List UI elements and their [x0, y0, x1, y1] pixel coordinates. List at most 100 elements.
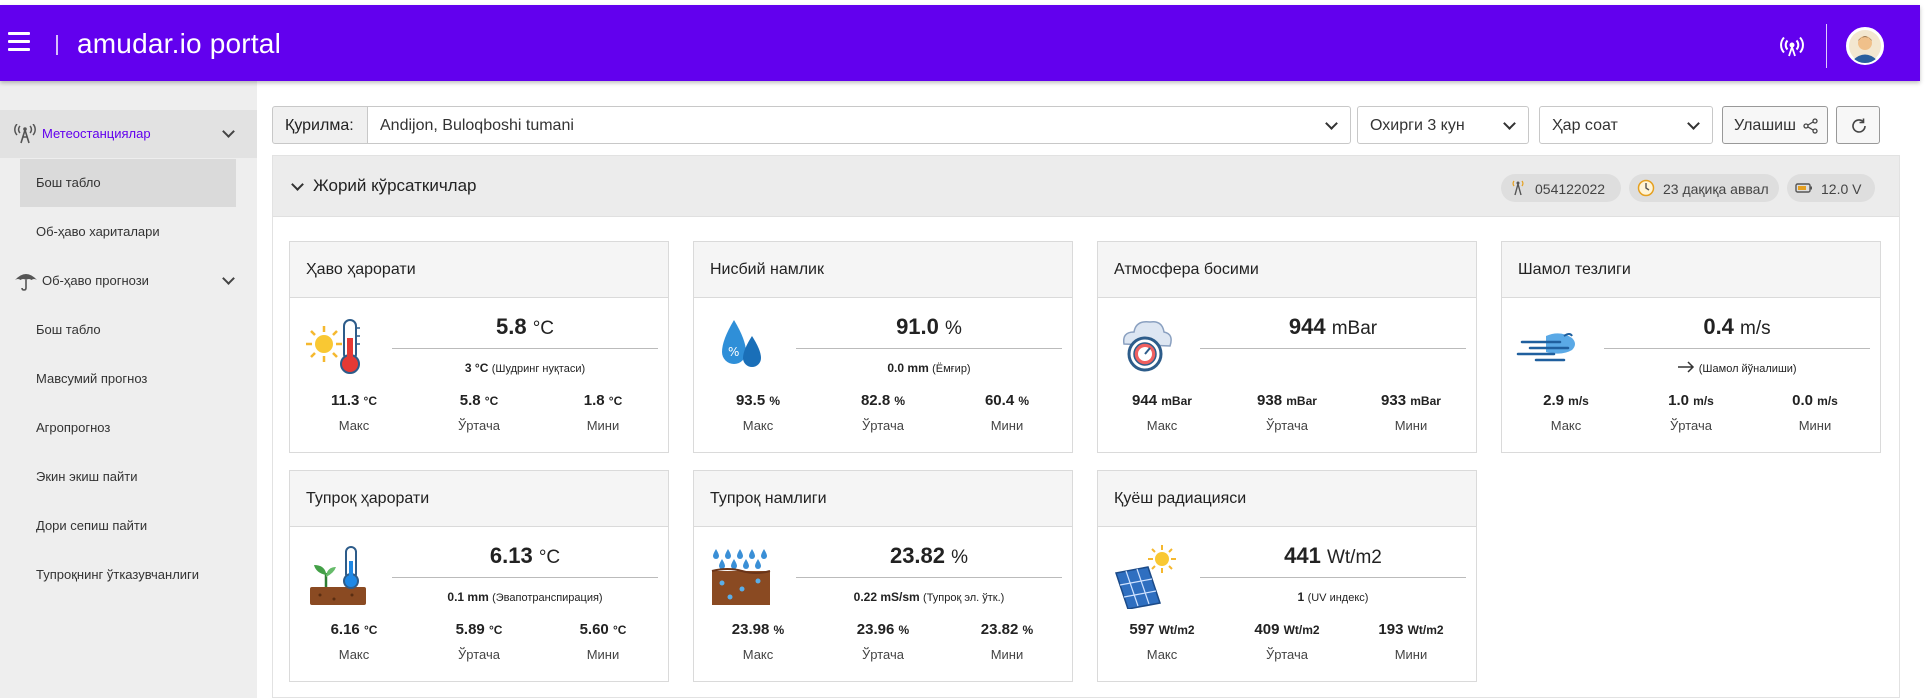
- refresh-button[interactable]: [1836, 106, 1880, 144]
- period-select[interactable]: Охирги 3 кун: [1357, 106, 1529, 144]
- soil-conductivity: 0.22 mS/sm (Тупроқ эл. ўтк.): [853, 590, 1005, 604]
- uv-index: 1 (UV индекс): [1297, 590, 1369, 604]
- stat-min: 933 mBar Мини: [1381, 392, 1441, 433]
- interval-select[interactable]: Ҳар соат: [1539, 106, 1713, 144]
- stat-max: 6.16 °C Макс: [330, 621, 378, 662]
- period-select-value: Охирги 3 кун: [1370, 117, 1465, 134]
- clock-icon: [1637, 179, 1655, 197]
- main-value: 5.8 °C: [495, 314, 555, 339]
- header-divider-2: [1826, 24, 1827, 68]
- stat-max: 2.9 m/s Макс: [1543, 392, 1589, 433]
- share-button-label: Улашиш: [1734, 117, 1796, 134]
- sidebar-item-sowing-time[interactable]: Экин экиш пайти: [0, 453, 257, 501]
- sidebar-item-spraying-time[interactable]: Дори сепиш пайти: [0, 502, 257, 550]
- sidebar-group-weather-stations[interactable]: Метеостанциялар: [0, 110, 257, 158]
- stat-min: 5.60 °C Мини: [579, 621, 627, 662]
- header-divider: [56, 35, 58, 55]
- menu-icon[interactable]: [8, 32, 38, 54]
- chevron-down-icon: [222, 272, 235, 285]
- sidebar-item-agro-forecast[interactable]: Агропрогноз: [0, 404, 257, 452]
- chevron-down-icon: [1325, 117, 1338, 130]
- stat-max: 23.98 % Макс: [731, 621, 785, 662]
- collapse-chevron-icon[interactable]: [291, 178, 304, 191]
- panel-title: Жорий кўрсаткичлар: [313, 176, 477, 195]
- stat-min: 60.4 % Мини: [984, 392, 1030, 433]
- radio-tower-icon: [1509, 179, 1527, 197]
- stat-max: 11.3 °C Макс: [330, 392, 377, 433]
- sidebar-item-label: Бош табло: [36, 322, 101, 337]
- stat-avg: 5.89 °C Ўртача: [455, 621, 503, 662]
- main-value: 944 mBar: [1288, 314, 1378, 339]
- stat-min: 23.82 % Мини: [980, 621, 1034, 662]
- sidebar-group-label: Метеостанциялар: [42, 126, 151, 141]
- sidebar-item-label: Бош табло: [36, 175, 101, 190]
- relative-humidity-card: Нисбий намлик % 91.0 % 0.0 mm (Ёмғир) 93…: [693, 241, 1073, 453]
- card-title: Тупроқ ҳарорати: [306, 490, 430, 507]
- battery-icon: [1795, 179, 1813, 197]
- user-avatar-icon[interactable]: [1846, 27, 1884, 65]
- card-title: Атмосфера босими: [1114, 261, 1259, 278]
- sidebar-item-label: Тупроқнинг ўтказувчанлиги: [36, 567, 200, 582]
- stat-avg: 23.96 % Ўртача: [856, 621, 910, 662]
- stat-avg: 1.0 m/s Ўртача: [1668, 392, 1714, 433]
- soil-thermometer-icon: [304, 543, 370, 609]
- stat-max: 944 mBar Макс: [1132, 392, 1192, 433]
- thermometer-sun-icon: [304, 314, 370, 380]
- umbrella-icon: [14, 271, 37, 291]
- card-title: Ҳаво ҳарорати: [306, 261, 416, 278]
- sidebar-group-weather-forecast[interactable]: Об-ҳаво прогнози: [0, 257, 257, 305]
- app-header: amudar.io portal: [0, 5, 1920, 81]
- wireless-signal-icon[interactable]: [1779, 34, 1805, 60]
- dew-point: 3 °C (Шудринг нуқтаси): [464, 361, 586, 375]
- wind-icon: [1516, 314, 1582, 380]
- chevron-down-icon: [222, 125, 235, 138]
- card-title: Нисбий намлик: [710, 261, 824, 278]
- sidebar-item-soil-permeability[interactable]: Тупроқнинг ўтказувчанлиги: [0, 551, 257, 599]
- stat-avg: 409 Wt/m2 Ўртача: [1254, 621, 1320, 662]
- sidebar-item-label: Экин экиш пайти: [36, 469, 138, 484]
- sidebar-item-seasonal-forecast[interactable]: Мавсумий прогноз: [0, 355, 257, 403]
- main-value: 441 Wt/m2: [1284, 543, 1382, 568]
- main-value: 0.4 m/s: [1703, 314, 1771, 339]
- stat-avg: 82.8 % Ўртача: [860, 392, 906, 433]
- sidebar-item-forecast-dashboard[interactable]: Бош табло: [0, 306, 257, 354]
- stat-min: 193 Wt/m2 Мини: [1378, 621, 1444, 662]
- wind-direction: (Шамол йўналиши): [1602, 361, 1872, 376]
- last-update-chip: 23 дақиқа аввал: [1629, 174, 1779, 202]
- device-select[interactable]: Andijon, Buloqboshi tumani: [367, 106, 1351, 144]
- stat-avg: 938 mBar Ўртача: [1257, 392, 1317, 433]
- sidebar-group-label: Об-ҳаво прогнози: [42, 273, 149, 288]
- sidebar-item-label: Агропрогноз: [36, 420, 111, 435]
- main-value: 23.82 %: [889, 543, 969, 568]
- stat-min: 1.8 °C Мини: [583, 392, 623, 433]
- main-value: 6.13 °C: [489, 543, 561, 568]
- sidebar-item-label: Мавсумий прогноз: [36, 371, 148, 386]
- rainfall: 0.0 mm (Ёмғир): [887, 361, 971, 375]
- evapotranspiration: 0.1 mm (Эвапотранспирация): [447, 590, 603, 604]
- sidebar-item-label: Дори сепиш пайти: [36, 518, 148, 533]
- refresh-icon: [1850, 117, 1868, 140]
- wind-speed-card: Шамол тезлиги 0.4 m/s (Шамол йўналиши) 2…: [1501, 241, 1881, 453]
- air-temperature-card: Ҳаво ҳарорати 5.8 °C 3 °C (Шудринг нуқта…: [289, 241, 669, 453]
- chevron-down-icon: [1687, 117, 1700, 130]
- card-title: Қуёш радиацияси: [1114, 490, 1247, 507]
- share-button[interactable]: Улашиш: [1722, 106, 1828, 144]
- soil-moisture-card: Тупроқ намлиги 23.82 % 0.22 mS/sm (Тупро…: [693, 470, 1073, 682]
- sidebar: Метеостанциялар Бош табло Об-ҳаво харита…: [0, 81, 257, 698]
- stat-max: 597 Wt/m2 Макс: [1129, 621, 1195, 662]
- card-title: Тупроқ намлиги: [710, 490, 827, 507]
- sidebar-item-label: Об-ҳаво хариталари: [36, 224, 160, 239]
- panel-header: Жорий кўрсаткичлар 054122022 23 дақиқа а…: [273, 156, 1899, 217]
- device-label: Қурилма:: [272, 106, 368, 144]
- soil-temperature-card: Тупроқ ҳарорати 6.13 °C 0.1 mm (Эвапотра…: [289, 470, 669, 682]
- water-drops-icon: %: [708, 314, 774, 380]
- solar-radiation-card: Қуёш радиацияси 441 Wt/m2 1 (UV индекс) …: [1097, 470, 1477, 682]
- svg-text:%: %: [728, 345, 739, 359]
- sidebar-item-dashboard[interactable]: Бош табло: [0, 159, 257, 207]
- barometer-icon: [1112, 314, 1178, 380]
- interval-select-value: Ҳар соат: [1552, 117, 1618, 134]
- sidebar-item-weather-maps[interactable]: Об-ҳаво хариталари: [0, 208, 257, 256]
- stat-avg: 5.8 °C Ўртача: [458, 392, 500, 433]
- stat-min: 0.0 m/s Мини: [1792, 392, 1838, 433]
- battery-chip: 12.0 V: [1787, 174, 1875, 202]
